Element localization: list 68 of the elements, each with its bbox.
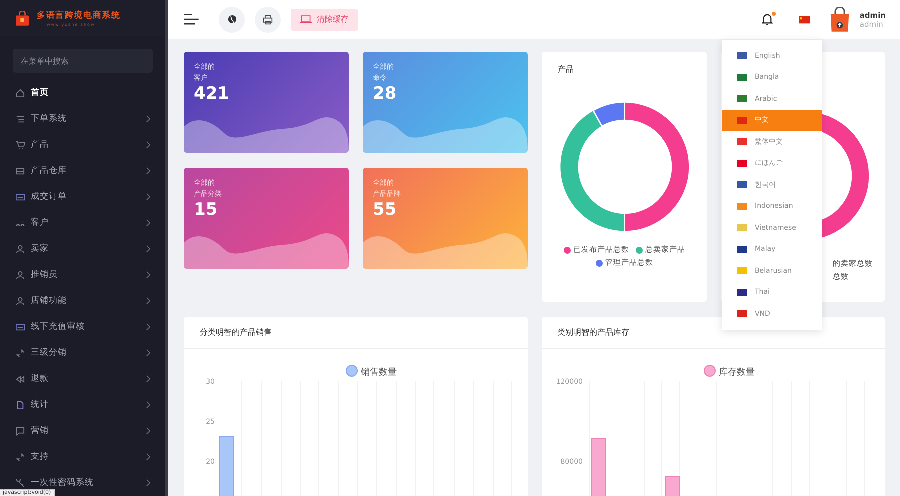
stat-value: 421 bbox=[194, 84, 230, 104]
legend-label: 库存数量 bbox=[718, 367, 754, 378]
legend-item[interactable]: 库存数量 bbox=[704, 365, 754, 378]
legend-label: 销售数量 bbox=[360, 367, 397, 378]
chevron-right-icon bbox=[146, 427, 151, 435]
menu-icon[interactable] bbox=[184, 14, 199, 25]
chevron-right-icon bbox=[146, 245, 151, 253]
user-icon bbox=[16, 270, 25, 280]
app-title: 多语言跨境电商系统 bbox=[37, 10, 121, 22]
bar bbox=[665, 476, 680, 496]
legend-item[interactable]: 销售数量 bbox=[346, 365, 397, 378]
menu-item[interactable]: 卖家 bbox=[0, 243, 165, 255]
chevron-right-icon bbox=[146, 193, 151, 201]
menu-item[interactable]: 三级分销 bbox=[0, 347, 165, 359]
menu-item[interactable]: 下单系统 bbox=[0, 113, 165, 125]
rewind-icon bbox=[16, 374, 25, 384]
chevron-right-icon bbox=[146, 271, 151, 279]
menu-item[interactable]: 产品 bbox=[0, 139, 165, 151]
chevron-right-icon bbox=[146, 375, 151, 383]
card-icon bbox=[16, 322, 25, 332]
card-title: 产品 bbox=[558, 64, 574, 75]
menu-item[interactable]: 推销员 bbox=[0, 269, 165, 281]
house-icon bbox=[16, 88, 25, 98]
chevron-right-icon bbox=[146, 453, 151, 461]
shopping-bag-icon bbox=[16, 10, 29, 26]
menu-item[interactable]: 一次性密码系统 bbox=[0, 477, 165, 489]
menu-item[interactable]: 产品仓库 bbox=[0, 165, 165, 177]
globe-icon bbox=[228, 15, 236, 24]
menu-item[interactable]: 统计 bbox=[0, 399, 165, 411]
menu-item[interactable]: 首页 bbox=[0, 87, 165, 99]
chevron-right-icon bbox=[146, 141, 151, 149]
shopping-bag-avatar[interactable] bbox=[830, 6, 850, 32]
chevron-right-icon bbox=[146, 323, 151, 331]
menu-item[interactable]: 成交订单 bbox=[0, 191, 165, 203]
cart-icon bbox=[16, 140, 25, 150]
flag-icon[interactable] bbox=[798, 16, 810, 24]
stat-value: 15 bbox=[194, 200, 219, 220]
chat-icon bbox=[16, 426, 25, 436]
chevron-right-icon bbox=[146, 115, 151, 123]
user-icon bbox=[16, 296, 25, 306]
stat-value: 55 bbox=[373, 200, 398, 220]
chevron-right-icon bbox=[146, 479, 151, 487]
laptop-icon bbox=[300, 15, 312, 24]
bar bbox=[220, 436, 234, 496]
stat-value: 28 bbox=[373, 84, 398, 104]
bell-icon[interactable] bbox=[762, 13, 773, 26]
print-button[interactable] bbox=[255, 6, 281, 32]
chevron-right-icon bbox=[146, 401, 151, 409]
menu-item[interactable]: 店铺功能 bbox=[0, 295, 165, 307]
menu-search-field[interactable]: 在菜单中搜索 bbox=[13, 49, 153, 73]
bar bbox=[591, 438, 606, 496]
menu-item[interactable]: 退款 bbox=[0, 373, 165, 385]
menu-item[interactable]: 营销 bbox=[0, 425, 165, 437]
menu-item[interactable]: 客户 bbox=[0, 217, 165, 229]
printer-icon bbox=[263, 14, 273, 24]
box-icon bbox=[16, 166, 25, 176]
language-button[interactable] bbox=[219, 6, 245, 32]
chevron-right-icon bbox=[146, 219, 151, 227]
card-title: 分类明智的产品销售 bbox=[184, 317, 528, 349]
list-icon bbox=[16, 114, 25, 124]
menu-item[interactable]: 线下充值审核 bbox=[0, 321, 165, 333]
chevron-right-icon bbox=[146, 167, 151, 175]
chevron-right-icon bbox=[146, 349, 151, 357]
chevron-right-icon bbox=[146, 297, 151, 305]
menu-item[interactable]: 支持 bbox=[0, 451, 165, 463]
document-icon bbox=[16, 400, 25, 410]
user-icon bbox=[16, 244, 25, 254]
card-icon bbox=[16, 192, 25, 202]
